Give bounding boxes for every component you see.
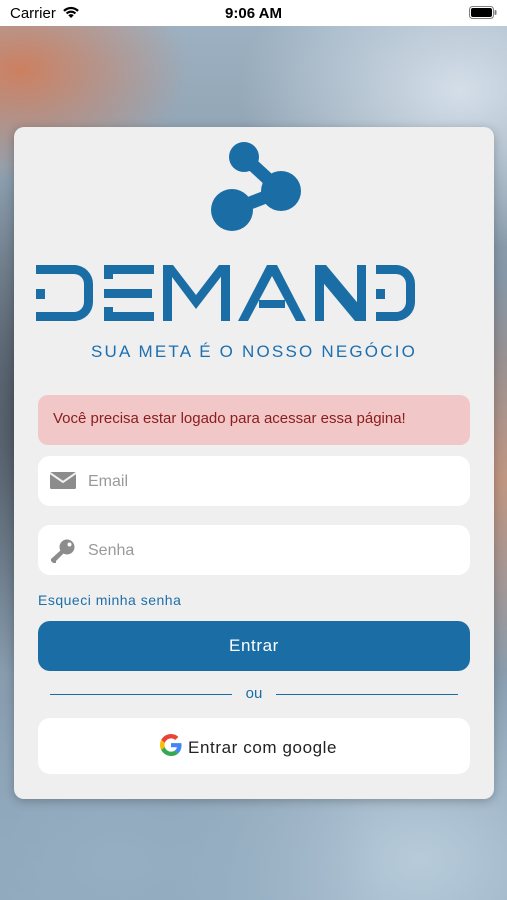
google-login-button[interactable]: Entrar com google [38,718,470,774]
status-bar: Carrier 9:06 AM [0,0,507,26]
alert-message: Você precisa estar logado para acessar e… [53,410,406,427]
password-field[interactable] [38,525,470,577]
login-button[interactable]: Entrar [38,621,470,671]
password-input[interactable] [86,525,460,577]
google-login-label: Entrar com google [188,738,338,757]
key-icon [50,538,76,569]
email-field[interactable] [38,456,470,508]
forgot-password-link[interactable]: Esqueci minha senha [38,592,181,608]
google-icon [160,734,182,759]
envelope-icon [49,469,77,496]
brand-tagline: SUA META É O NOSSO NEGÓCIO [90,342,418,361]
brand-wordmark [36,265,472,330]
login-card: SUA META É O NOSSO NEGÓCIO Você precisa … [14,127,494,799]
battery-icon [469,6,497,24]
brand-logo-icon [204,137,304,238]
login-required-alert: Você precisa estar logado para acessar e… [38,395,470,445]
divider-line-right [276,694,458,695]
divider-line-left [50,694,232,695]
email-input[interactable] [86,456,460,508]
divider-label: ou [245,685,263,702]
clock: 9:06 AM [225,5,282,22]
